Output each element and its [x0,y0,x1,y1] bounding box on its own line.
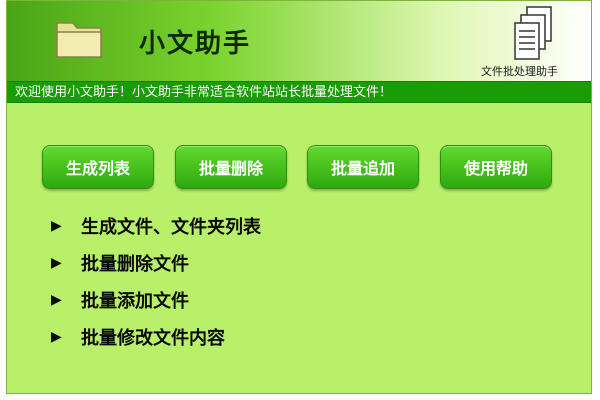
feature-item: ▶ 生成文件、文件夹列表 [51,207,261,244]
documents-icon [514,6,552,60]
arrow-right-icon: ▶ [51,254,62,271]
feature-text: 生成文件、文件夹列表 [81,216,261,238]
arrow-right-icon: ▶ [51,217,62,234]
generate-list-button[interactable]: 生成列表 [42,145,154,189]
batch-processing-label: 文件批处理助手 [481,65,558,78]
header: 小文助手 文件批处理助手 [7,1,591,81]
help-button[interactable]: 使用帮助 [440,145,552,189]
batch-append-button[interactable]: 批量追加 [307,145,419,189]
feature-item: ▶ 批量删除文件 [51,244,261,281]
arrow-right-icon: ▶ [51,328,62,345]
feature-text: 批量修改文件内容 [81,327,225,349]
feature-item: ▶ 批量修改文件内容 [51,318,261,355]
arrow-right-icon: ▶ [51,291,62,308]
feature-item: ▶ 批量添加文件 [51,281,261,318]
app-window: 小文助手 文件批处理助手 欢迎使用小文助手！小文助手非常适合软件站站长批量处理文… [6,0,592,394]
welcome-banner: 欢迎使用小文助手！小文助手非常适合软件站站长批量处理文件！ [7,81,591,103]
feature-text: 批量添加文件 [81,290,189,312]
app-title: 小文助手 [139,29,252,59]
feature-list: ▶ 生成文件、文件夹列表 ▶ 批量删除文件 ▶ 批量添加文件 ▶ 批量修改文件内… [51,207,261,355]
batch-delete-button[interactable]: 批量删除 [175,145,287,189]
folder-icon [56,22,102,58]
feature-text: 批量删除文件 [81,253,189,275]
